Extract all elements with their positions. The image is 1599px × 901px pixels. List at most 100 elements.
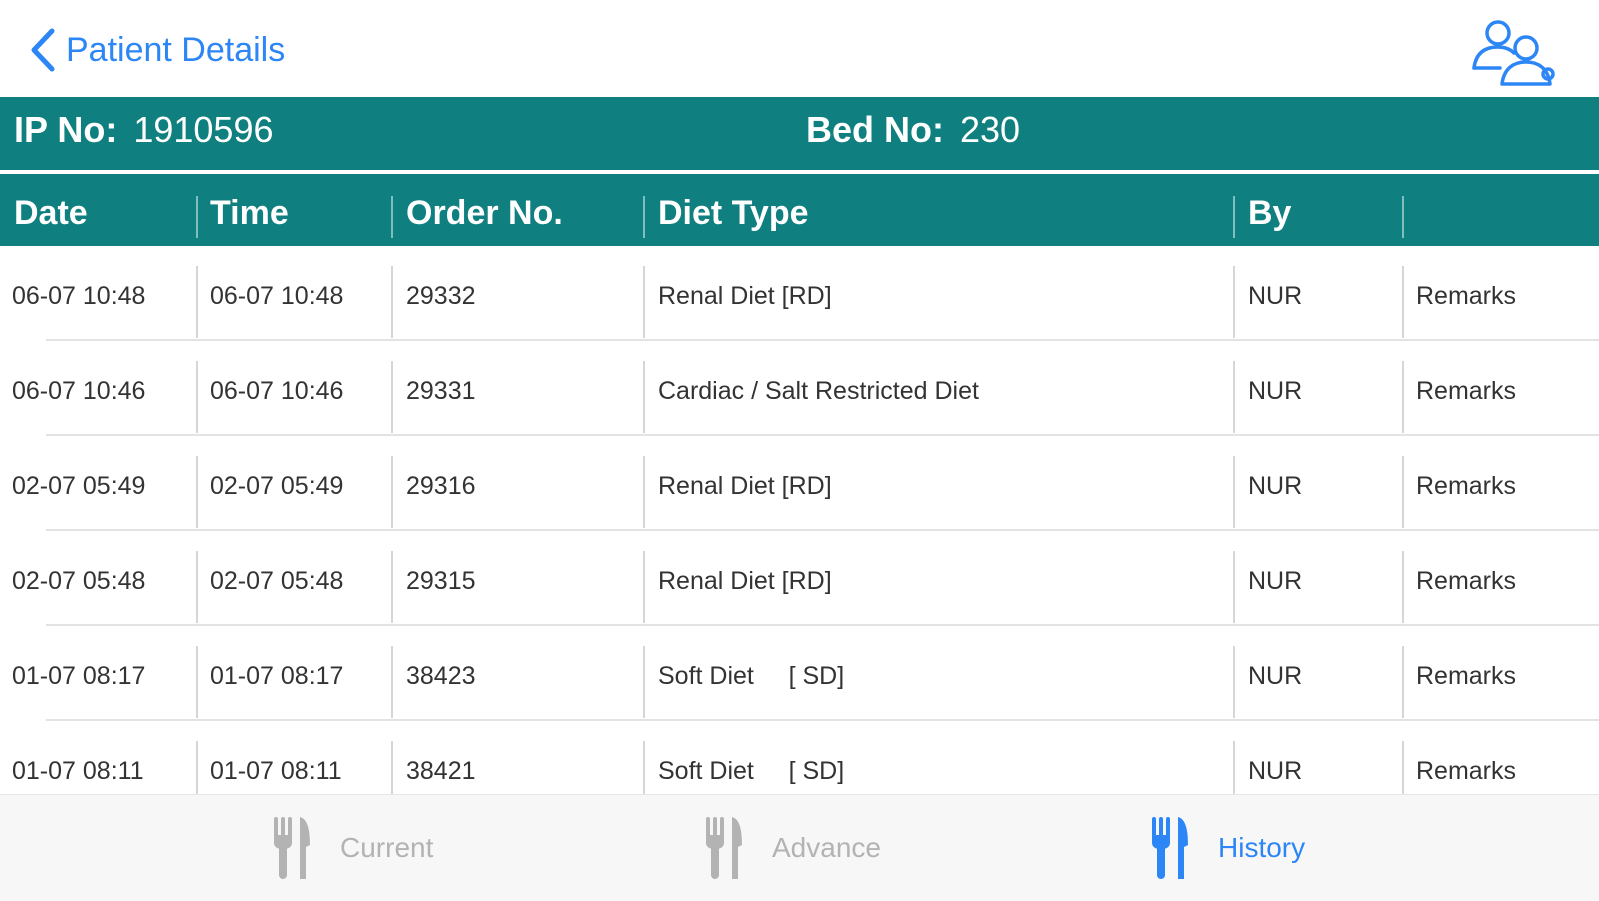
- cell-date: 06-07 10:46: [12, 377, 146, 405]
- fork-knife-icon: [274, 817, 310, 879]
- cell-date: 01-07 08:11: [12, 757, 144, 785]
- cell-time: 06-07 10:46: [210, 377, 344, 405]
- cell-divider: [643, 551, 645, 623]
- cell-divider: [1233, 266, 1235, 338]
- cell-divider: [391, 456, 393, 528]
- cell-order-no: 38421: [406, 757, 476, 785]
- patients-group-icon[interactable]: [1470, 16, 1558, 88]
- cell-by: NUR: [1248, 377, 1303, 405]
- cell-divider: [1402, 551, 1404, 623]
- table-row[interactable]: 02-07 05:48 02-07 05:48 29315 Renal Diet…: [0, 531, 1599, 626]
- column-header-diet-type: Diet Type: [658, 194, 809, 232]
- cell-divider: [1402, 646, 1404, 718]
- column-divider: [391, 196, 393, 238]
- chevron-left-icon: [31, 28, 55, 72]
- cell-divider: [1402, 741, 1404, 794]
- column-divider: [1233, 196, 1235, 238]
- cell-by: NUR: [1248, 757, 1303, 785]
- remarks-button[interactable]: Remarks: [1416, 757, 1516, 786]
- cell-diet-type: Cardiac / Salt Restricted Diet: [658, 377, 979, 405]
- back-button-label: Patient Details: [66, 30, 286, 69]
- cell-divider: [391, 361, 393, 433]
- bed-value: 230: [960, 109, 1021, 150]
- cell-divider: [196, 646, 198, 718]
- cell-order-no: 38423: [406, 662, 476, 690]
- cell-divider: [1402, 361, 1404, 433]
- cell-date: 02-07 05:48: [12, 567, 146, 595]
- column-header-by: By: [1248, 194, 1292, 232]
- cell-divider: [391, 551, 393, 623]
- cell-divider: [1233, 551, 1235, 623]
- cell-diet-type: Renal Diet [RD]: [658, 282, 832, 310]
- table-row[interactable]: 01-07 08:11 01-07 08:11 38421 Soft Diet …: [0, 721, 1599, 794]
- cell-time: 06-07 10:48: [210, 282, 344, 310]
- column-divider: [1402, 196, 1404, 238]
- cell-divider: [1233, 646, 1235, 718]
- cell-divider: [643, 646, 645, 718]
- cell-divider: [1402, 266, 1404, 338]
- table-row[interactable]: 06-07 10:48 06-07 10:48 29332 Renal Diet…: [0, 246, 1599, 341]
- bed-number: Bed No: 230: [806, 109, 1020, 151]
- tab-bar: Current Advance History: [0, 794, 1599, 901]
- ip-label: IP No:: [14, 109, 118, 150]
- cell-by: NUR: [1248, 282, 1303, 310]
- ip-number: IP No: 1910596: [14, 109, 274, 151]
- cell-divider: [1233, 361, 1235, 433]
- remarks-button[interactable]: Remarks: [1416, 377, 1516, 406]
- cell-divider: [196, 456, 198, 528]
- cell-date: 01-07 08:17: [12, 662, 146, 690]
- cell-time: 01-07 08:17: [210, 662, 344, 690]
- tab-advance[interactable]: Advance: [702, 813, 881, 883]
- cell-diet-type: Soft Diet [ SD]: [658, 662, 845, 690]
- cell-divider: [196, 551, 198, 623]
- cell-diet-type: Renal Diet [RD]: [658, 472, 832, 500]
- tab-history-label: History: [1218, 832, 1306, 863]
- cell-divider: [196, 741, 198, 794]
- fork-knife-icon: [1152, 817, 1188, 879]
- tab-current[interactable]: Current: [270, 813, 433, 883]
- remarks-button[interactable]: Remarks: [1416, 567, 1516, 596]
- table-header: Date Time Order No. Diet Type By: [0, 174, 1599, 246]
- cell-by: NUR: [1248, 567, 1303, 595]
- cell-divider: [1233, 741, 1235, 794]
- cell-by: NUR: [1248, 472, 1303, 500]
- cell-date: 02-07 05:49: [12, 472, 146, 500]
- remarks-button[interactable]: Remarks: [1416, 662, 1516, 691]
- navigation-bar: Patient Details: [0, 0, 1599, 97]
- cell-order-no: 29331: [406, 377, 476, 405]
- cell-divider: [643, 361, 645, 433]
- cell-order-no: 29315: [406, 567, 476, 595]
- column-divider: [643, 196, 645, 238]
- column-header-time: Time: [210, 194, 289, 232]
- cell-divider: [196, 361, 198, 433]
- column-header-date: Date: [14, 194, 88, 232]
- fork-knife-icon: [706, 817, 742, 879]
- tab-history[interactable]: History: [1148, 813, 1305, 883]
- cell-by: NUR: [1248, 662, 1303, 690]
- cell-divider: [1233, 456, 1235, 528]
- cell-diet-type: Renal Diet [RD]: [658, 567, 832, 595]
- table-row[interactable]: 01-07 08:17 01-07 08:17 38423 Soft Diet …: [0, 626, 1599, 721]
- column-divider: [196, 196, 198, 238]
- cell-divider: [1402, 456, 1404, 528]
- cell-divider: [643, 456, 645, 528]
- remarks-button[interactable]: Remarks: [1416, 282, 1516, 311]
- table-row[interactable]: 06-07 10:46 06-07 10:46 29331 Cardiac / …: [0, 341, 1599, 436]
- back-button[interactable]: Patient Details: [28, 26, 285, 74]
- cell-diet-type: Soft Diet [ SD]: [658, 757, 845, 785]
- table-row[interactable]: 02-07 05:49 02-07 05:49 29316 Renal Diet…: [0, 436, 1599, 531]
- diet-history-table[interactable]: 06-07 10:48 06-07 10:48 29332 Renal Diet…: [0, 246, 1599, 794]
- bed-label: Bed No:: [806, 109, 944, 150]
- cell-time: 02-07 05:49: [210, 472, 344, 500]
- ip-value: 1910596: [133, 109, 274, 150]
- cell-divider: [643, 741, 645, 794]
- cell-order-no: 29332: [406, 282, 476, 310]
- tab-current-label: Current: [340, 832, 434, 863]
- cell-time: 01-07 08:11: [210, 757, 342, 785]
- cell-divider: [391, 266, 393, 338]
- cell-divider: [643, 266, 645, 338]
- cell-time: 02-07 05:48: [210, 567, 344, 595]
- remarks-button[interactable]: Remarks: [1416, 472, 1516, 501]
- cell-divider: [391, 646, 393, 718]
- cell-divider: [196, 266, 198, 338]
